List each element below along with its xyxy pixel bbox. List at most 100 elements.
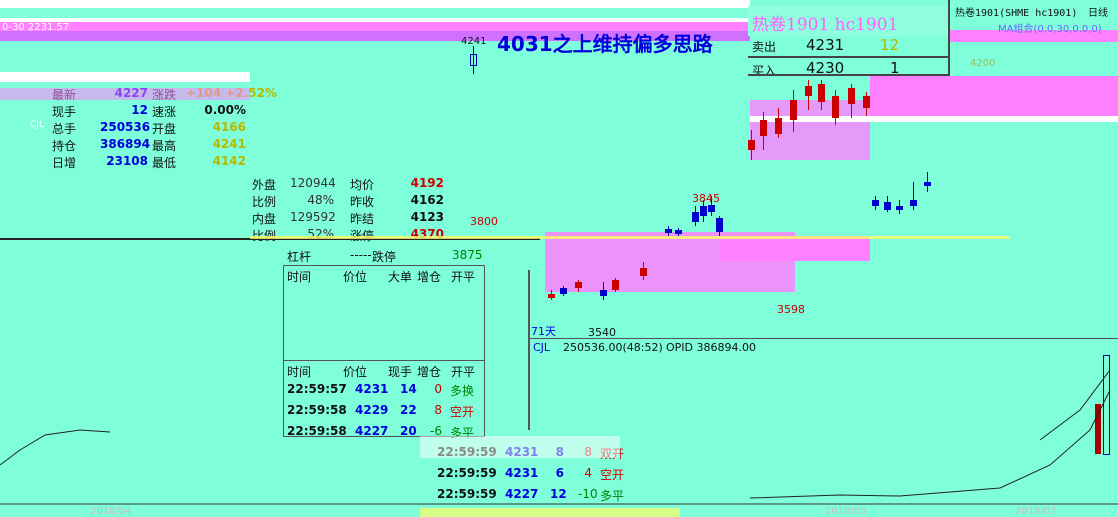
ask-label: 卖出 (752, 40, 777, 54)
quote-label: 日增 (52, 156, 77, 170)
top-price-fragment: 0-30 2231.57 (2, 22, 70, 33)
quote-label: 总手 (52, 122, 77, 136)
opid-value: OPID 386894.00 (666, 341, 756, 354)
column-header[interactable]: 增仓 (417, 268, 441, 285)
quote-value: 4142 (212, 154, 246, 168)
column-header[interactable]: 时间 (287, 268, 311, 285)
quote-value: 4192 (410, 176, 444, 190)
days-label: 71天 (531, 325, 556, 338)
quote-label: 速涨 (152, 105, 177, 119)
cjl-tag: CJL (30, 120, 44, 130)
candle-body (716, 218, 723, 232)
candle-body (775, 118, 782, 134)
ma-label[interactable]: MA组合(0,0,30,0,0,0) (998, 20, 1102, 35)
glitch-band (250, 236, 1010, 239)
candle-body (832, 96, 839, 118)
candle-body (805, 86, 812, 96)
candle-body (748, 140, 755, 150)
axis-date: 2018/07 (1015, 506, 1057, 517)
limit-down-value: 3875 (452, 248, 483, 262)
quote-value: 4166 (212, 120, 246, 134)
candle-body (910, 200, 917, 206)
candle-body (612, 280, 619, 290)
column-header[interactable]: 价位 (343, 268, 367, 285)
contract-title: 热卷1901 hc1901 (752, 15, 899, 35)
quote-label: 最高 (152, 139, 177, 153)
leverage-value: ----- (350, 248, 372, 262)
price-3598: 3598 (777, 303, 805, 316)
candle-body (708, 205, 715, 212)
price-3800: 3800 (470, 215, 498, 228)
quote-value: 4241 (212, 137, 246, 151)
quote-value: 0.00% (204, 103, 246, 117)
separator (283, 360, 485, 361)
volume-value: 250536.00(48:52) (563, 341, 663, 354)
ask-price: 4231 (806, 36, 845, 54)
candle-body (692, 212, 699, 222)
headline-candle-body (470, 54, 477, 66)
quote-value: 4162 (410, 193, 444, 207)
candle-body (872, 200, 879, 206)
quote-label: 最低 (152, 156, 177, 170)
panel-divider (748, 56, 948, 58)
candle-body (790, 100, 797, 120)
candle-body (575, 282, 582, 288)
quote-value: 120944 (290, 176, 336, 190)
glitch-band (750, 100, 870, 160)
candle-body (924, 182, 931, 186)
glitch-band (720, 236, 870, 261)
quote-value: 386894 (100, 137, 151, 151)
glitch-band (870, 76, 1118, 116)
quote-value: 4123 (410, 210, 444, 224)
quote-value: 23108 (106, 154, 148, 168)
glitch-band (0, 18, 750, 22)
candle-body (665, 229, 672, 233)
quote-value: 250536 (100, 120, 151, 134)
glitch-band (0, 88, 250, 100)
candle-body (700, 206, 707, 216)
chart-period[interactable]: 日线 (1088, 4, 1108, 19)
glitch-band (420, 436, 620, 458)
quote-label: 内盘 (252, 212, 277, 226)
candle-body (640, 268, 647, 276)
candle-body (760, 120, 767, 136)
candle-body (863, 96, 870, 108)
column-header[interactable]: 开平 (451, 268, 475, 285)
glitch-band (0, 0, 750, 8)
volume-label[interactable]: CJL (533, 341, 550, 354)
glitch-band (0, 72, 250, 82)
leverage-label: 杠杆 (287, 250, 312, 264)
bid-label: 买入 (752, 64, 777, 78)
candle-body (884, 202, 891, 210)
quote-value: 129592 (290, 210, 336, 224)
ask-qty: 12 (880, 36, 900, 54)
column-header[interactable]: 大单 (388, 268, 412, 285)
quote-label: 开盘 (152, 122, 177, 136)
price-4200: 4200 (970, 58, 996, 69)
quote-label: 昨收 (350, 195, 375, 209)
headline-text: 4031之上维持偏多思路 (497, 32, 713, 56)
quote-label: 外盘 (252, 178, 277, 192)
quote-label: 比例 (252, 195, 277, 209)
quote-label: 持仓 (52, 139, 77, 153)
quote-label: 现手 (52, 105, 77, 119)
candle-body (818, 84, 825, 102)
quote-label: 均价 (350, 178, 375, 192)
axis-date: 2018/04 (90, 506, 132, 517)
glitch-band (420, 508, 680, 517)
price-3845: 3845 (692, 192, 720, 205)
chart-divider (528, 338, 1118, 339)
candle-body (548, 294, 555, 298)
axis-date: 2018/05 (825, 506, 867, 517)
quote-value: 48% (307, 193, 334, 207)
quote-label: 昨结 (350, 212, 375, 226)
candle-body (896, 206, 903, 210)
chart-contract[interactable]: 热卷1901(SHME hc1901) (955, 4, 1077, 19)
panel-border (948, 0, 950, 78)
candle-body (675, 230, 682, 234)
candle-body (600, 290, 607, 296)
candle-body (848, 88, 855, 104)
candle-body (560, 288, 567, 294)
quote-value: 12 (131, 103, 148, 117)
limit-down-label: 跌停 (372, 250, 397, 264)
